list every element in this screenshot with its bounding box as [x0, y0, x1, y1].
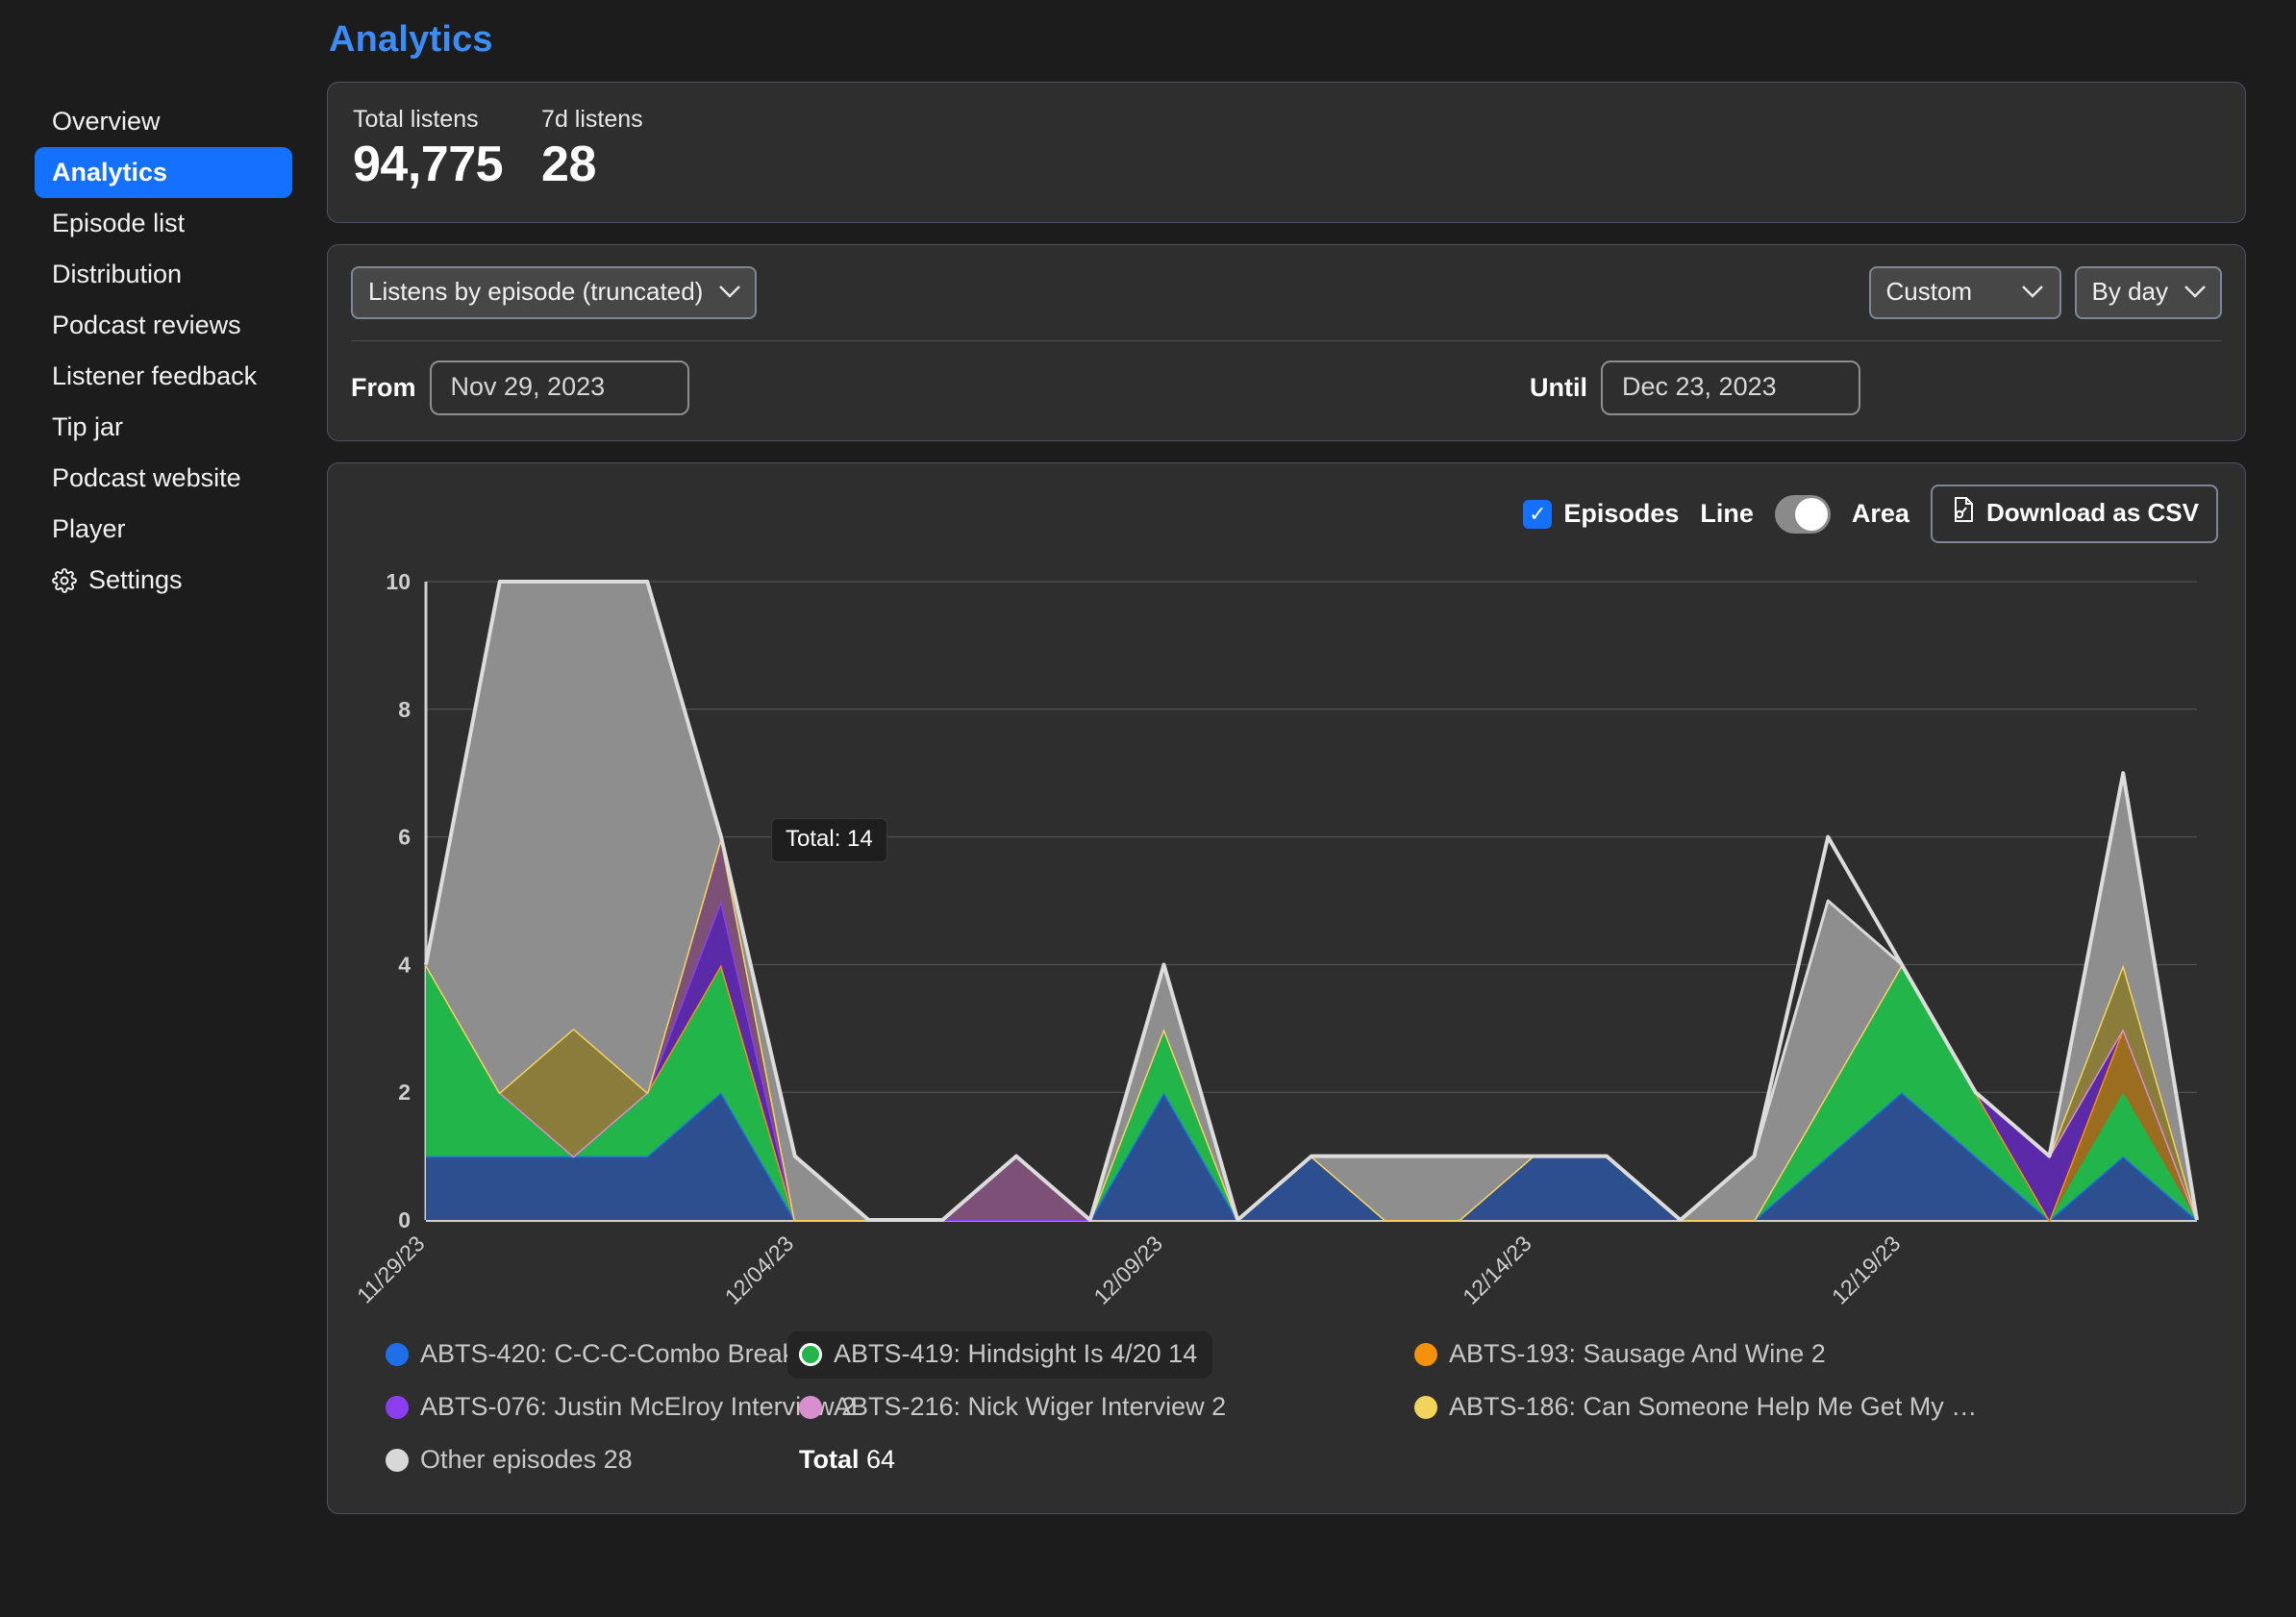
svg-text:12/09/23: 12/09/23: [1088, 1231, 1167, 1309]
chevron-down-icon: [2184, 280, 2207, 305]
range-select[interactable]: Custom: [1869, 266, 2061, 319]
sidebar-item-episode-list[interactable]: Episode list: [35, 198, 292, 249]
until-date-input[interactable]: Dec 23, 2023: [1601, 361, 1860, 415]
legend-color-dot: [386, 1396, 409, 1419]
sidebar-item-label: Podcast website: [52, 463, 241, 493]
legend-item-label: ABTS-216: Nick Wiger Interview 2: [834, 1392, 1226, 1422]
stat-total-listens: Total listens 94,775: [353, 106, 503, 193]
area-toggle-label: Area: [1852, 499, 1909, 529]
sidebar-item-player[interactable]: Player: [35, 504, 292, 555]
legend-item-label: Other episodes 28: [420, 1445, 633, 1475]
svg-text:12/19/23: 12/19/23: [1827, 1231, 1906, 1309]
legend-color-dot: [1414, 1343, 1437, 1366]
sidebar-item-distribution[interactable]: Distribution: [35, 249, 292, 300]
range-select-value: Custom: [1886, 277, 1973, 307]
download-csv-button[interactable]: Download as CSV: [1931, 485, 2218, 543]
main-content: Analytics Total listens 94,775 7d listen…: [327, 0, 2296, 1617]
svg-text:8: 8: [398, 697, 411, 722]
filters-card: Listens by episode (truncated) Custom By…: [327, 244, 2246, 441]
legend-item-label: ABTS-419: Hindsight Is 4/20 14: [834, 1339, 1197, 1369]
chart-legend: ABTS-420: C-C-C-Combo Breaker 15ABTS-419…: [351, 1331, 2222, 1484]
sidebar-item-label: Analytics: [52, 158, 167, 187]
stat-value: 94,775: [353, 136, 503, 193]
from-label: From: [351, 373, 416, 403]
from-date-group: From Nov 29, 2023: [351, 361, 689, 415]
page-title: Analytics: [327, 0, 2246, 61]
sidebar-item-listener-feedback[interactable]: Listener feedback: [35, 351, 292, 402]
csv-file-icon: [1950, 496, 1975, 530]
chart-plot-area: 0 2 4 6 8 10 11/29/23 12/04/23 12/09/23 12/14/23 1…: [351, 560, 2222, 1320]
stat-label: 7d listens: [541, 106, 643, 134]
stacked-area-chart[interactable]: 0 2 4 6 8 10 11/29/23 12/04/23 12/09/23 12/14/23 1…: [351, 560, 2207, 1320]
line-area-toggle[interactable]: [1775, 495, 1831, 534]
legend-color-dot: [799, 1343, 822, 1366]
legend-item[interactable]: Other episodes 28: [374, 1437, 648, 1484]
gear-icon: [52, 568, 77, 593]
stat-label: Total listens: [353, 106, 503, 134]
sidebar-item-label: Overview: [52, 107, 161, 137]
legend-color-dot: [799, 1396, 822, 1419]
sidebar: Overview Analytics Episode list Distribu…: [0, 0, 327, 1617]
sidebar-item-analytics[interactable]: Analytics: [35, 147, 292, 198]
legend-color-dot: [386, 1449, 409, 1472]
sidebar-item-label: Episode list: [52, 209, 185, 238]
legend-item[interactable]: ABTS-193: Sausage And Wine 2: [1403, 1331, 1841, 1379]
from-date-input[interactable]: Nov 29, 2023: [430, 361, 689, 415]
sidebar-item-label: Podcast reviews: [52, 311, 241, 340]
sidebar-item-label: Settings: [88, 565, 183, 595]
analytics-page: Overview Analytics Episode list Distribu…: [0, 0, 2296, 1617]
sidebar-item-tip-jar[interactable]: Tip jar: [35, 402, 292, 453]
svg-text:12/14/23: 12/14/23: [1458, 1231, 1536, 1309]
svg-text:4: 4: [398, 952, 411, 977]
svg-text:0: 0: [398, 1207, 411, 1232]
svg-text:6: 6: [398, 825, 411, 850]
sidebar-item-label: Listener feedback: [52, 361, 257, 391]
episodes-checkbox-label: Episodes: [1563, 499, 1679, 529]
legend-color-dot: [1414, 1396, 1437, 1419]
chevron-down-icon: [718, 280, 741, 305]
chart-card: ✓ Episodes Line Area Download as CSV: [327, 462, 2246, 1514]
metric-select-value: Listens by episode (truncated): [368, 277, 703, 307]
svg-text:11/29/23: 11/29/23: [352, 1231, 429, 1307]
toggle-knob: [1795, 498, 1828, 531]
until-label: Until: [1530, 373, 1587, 403]
sidebar-item-podcast-reviews[interactable]: Podcast reviews: [35, 300, 292, 351]
legend-total: Total 64: [787, 1437, 911, 1484]
legend-item[interactable]: ABTS-419: Hindsight Is 4/20 14: [787, 1331, 1212, 1379]
granularity-select-value: By day: [2092, 277, 2169, 307]
legend-item[interactable]: ABTS-216: Nick Wiger Interview 2: [787, 1384, 1241, 1431]
metric-select[interactable]: Listens by episode (truncated): [351, 266, 757, 319]
svg-text:12/04/23: 12/04/23: [720, 1231, 799, 1309]
granularity-select[interactable]: By day: [2075, 266, 2223, 319]
episodes-checkbox[interactable]: ✓: [1523, 500, 1552, 529]
sidebar-item-label: Tip jar: [52, 412, 123, 442]
sidebar-item-settings[interactable]: Settings: [35, 555, 292, 606]
legend-item-label: ABTS-186: Can Someone Help Me Get My …: [1449, 1392, 1977, 1422]
sidebar-item-podcast-website[interactable]: Podcast website: [35, 453, 292, 504]
stat-value: 28: [541, 136, 643, 193]
chart-toolbar: ✓ Episodes Line Area Download as CSV: [351, 485, 2222, 543]
legend-item[interactable]: ABTS-186: Can Someone Help Me Get My …: [1403, 1384, 1992, 1431]
download-csv-label: Download as CSV: [1986, 498, 2199, 528]
until-date-group: Until Dec 23, 2023: [1530, 361, 1860, 415]
legend-color-dot: [386, 1343, 409, 1366]
svg-text:2: 2: [398, 1080, 411, 1105]
sidebar-item-label: Distribution: [52, 260, 182, 289]
sidebar-item-overview[interactable]: Overview: [35, 96, 292, 147]
stat-7d-listens: 7d listens 28: [541, 106, 643, 193]
chevron-down-icon: [2021, 280, 2044, 305]
legend-item-label: ABTS-193: Sausage And Wine 2: [1449, 1339, 1826, 1369]
stats-card: Total listens 94,775 7d listens 28: [327, 82, 2246, 223]
svg-text:10: 10: [386, 569, 411, 594]
line-toggle-label: Line: [1700, 499, 1754, 529]
sidebar-item-label: Player: [52, 514, 126, 544]
